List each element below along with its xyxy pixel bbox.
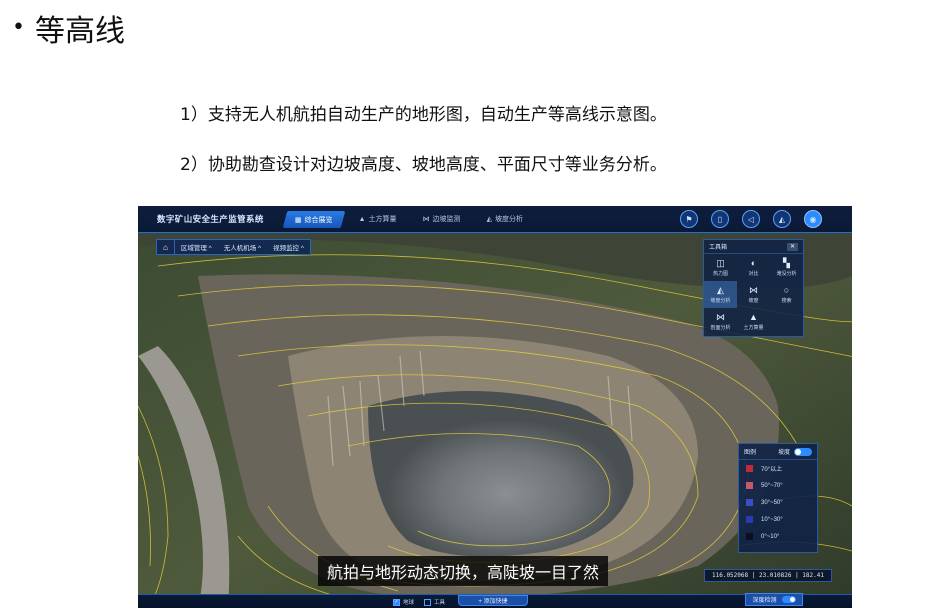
tool-earthwork[interactable]: ▲ 土方算量: [737, 308, 770, 335]
legend-label: 10°~30°: [761, 516, 783, 523]
legend-item: 70°以上: [739, 460, 817, 477]
depth-detection-button[interactable]: 深度检测: [745, 593, 803, 606]
subnav-drone-airport[interactable]: 无人机机场 ^: [218, 240, 267, 254]
depth-toggle[interactable]: [781, 596, 796, 603]
toolbox-title: 工具箱: [709, 245, 728, 251]
legend-toggle-label: 坡度: [777, 450, 790, 456]
tab-label: 综合展览: [304, 216, 333, 223]
tool-flood-analysis[interactable]: ▚ 淹没分析: [770, 254, 803, 281]
toolbox-panel: 工具箱 ✕ ◫ 热力图 ◐ 对比 ▚ 淹没分析 ◭ 坡度分析 ⋈ 坡度 ○ 搜索 ⋈ 剖面分析…: [703, 239, 804, 337]
sub-navigation: ⌂ 区域管理 ^ 无人机机场 ^ 视频监控 ^: [156, 239, 311, 255]
tool-label: 搜索: [781, 298, 792, 304]
description-line-2: 2）协助勘查设计对边坡高度、坡地高度、平面尺寸等业务分析。: [180, 155, 667, 175]
tab-label: 土方算量: [368, 216, 397, 223]
tool-profile-analysis[interactable]: ⋈ 剖面分析: [704, 308, 737, 335]
triangle-icon: ▲: [358, 215, 366, 223]
mountain-icon: ◭: [486, 216, 492, 223]
tab-label: 边坡监测: [432, 216, 461, 223]
grid-icon: ▦: [295, 216, 302, 223]
tool-slope-analysis[interactable]: ◭ 坡度分析: [704, 281, 737, 308]
legend-swatch: [746, 465, 753, 472]
app-title: 数字矿山安全生产监管系统: [157, 214, 264, 224]
layers-icon[interactable]: ◭: [773, 210, 791, 228]
tab-overview[interactable]: ▦ 综合展览: [282, 210, 345, 228]
legend-item: 30°~50°: [739, 494, 817, 511]
book-icon[interactable]: ▯: [711, 210, 729, 228]
legend-item: 10°~30°: [739, 511, 817, 528]
compass-icon[interactable]: ◁: [742, 210, 760, 228]
flood-icon: ▚: [783, 258, 790, 268]
legend-swatch: [746, 533, 753, 540]
tab-slope-monitor[interactable]: ⋈ 边坡监测: [413, 211, 471, 228]
close-icon[interactable]: ✕: [787, 242, 798, 251]
legend-swatch: [746, 516, 753, 523]
top-bar: 数字矿山安全生产监管系统 ▦ 综合展览 ▲ 土方算量 ⋈ 边坡监测 ◭ 坡度分析 ⚑ ▯…: [138, 206, 852, 233]
slope-toggle[interactable]: [794, 447, 812, 456]
legend-item: 50°~70°: [739, 477, 817, 494]
coordinate-readout: 116.052068 | 23.010826 | 182.41: [704, 569, 832, 582]
legend-swatch: [746, 482, 753, 489]
earth-checkbox[interactable]: ✓: [393, 598, 400, 606]
legend-label: 0°~10°: [761, 533, 780, 540]
flag-icon[interactable]: ⚑: [680, 210, 698, 228]
triangle-icon: ▲: [749, 312, 758, 322]
search-icon: ○: [783, 285, 790, 295]
depth-detection-label: 深度检测: [752, 598, 777, 604]
tool-label: 淹没分析: [776, 271, 797, 277]
slope-icon: ⋈: [422, 216, 430, 223]
contrast-icon: ◐: [750, 258, 757, 268]
subnav-area-management[interactable]: 区域管理 ^: [175, 240, 218, 254]
tab-slope-analysis[interactable]: ◭ 坡度分析: [477, 211, 533, 228]
earth-checkbox-label: 地球: [403, 600, 415, 606]
tool-label: 剖面分析: [710, 325, 731, 331]
legend-label: 50°~70°: [761, 482, 783, 489]
tools-checkbox-label: 工具: [434, 600, 446, 606]
tool-label: 坡度: [748, 298, 759, 304]
home-icon[interactable]: ⌂: [157, 240, 175, 254]
tool-label: 对比: [748, 271, 759, 277]
add-shortcut-button[interactable]: + 添加快捷: [458, 595, 528, 606]
mountain-icon: ◭: [717, 285, 724, 295]
subnav-video-monitor[interactable]: 视频监控 ^: [267, 240, 310, 254]
profile-icon: ⋈: [716, 312, 725, 322]
slope-icon: ⋈: [749, 285, 758, 295]
legend-swatch: [746, 499, 753, 506]
tool-compare[interactable]: ◐ 对比: [737, 254, 770, 281]
top-icon-group: ⚑ ▯ ◁ ◭ ◉: [667, 210, 822, 228]
tool-label: 土方算量: [743, 325, 764, 331]
legend-title: 图例: [744, 450, 757, 456]
tools-checkbox[interactable]: [424, 598, 432, 606]
map-icon: ◫: [716, 258, 725, 268]
app-screenshot: 数字矿山安全生产监管系统 ▦ 综合展览 ▲ 土方算量 ⋈ 边坡监测 ◭ 坡度分析 ⚑ ▯…: [138, 206, 852, 608]
tool-slope[interactable]: ⋈ 坡度: [737, 281, 770, 308]
description-line-1: 1）支持无人机航拍自动生产的地形图，自动生产等高线示意图。: [180, 105, 667, 125]
tool-heatmap[interactable]: ◫ 热力图: [704, 254, 737, 281]
tool-label: 坡度分析: [710, 298, 731, 304]
slope-legend: 图例 坡度 70°以上 50°~70° 30°~50° 10°~30° 0°~1…: [738, 443, 818, 553]
legend-item: 0°~10°: [739, 528, 817, 545]
tab-label: 坡度分析: [494, 216, 523, 223]
tab-earthwork[interactable]: ▲ 土方算量: [349, 211, 407, 228]
slide-title-text: 等高线: [34, 14, 125, 49]
tool-label: 热力图: [712, 271, 728, 277]
legend-label: 30°~50°: [761, 499, 783, 506]
legend-label: 70°以上: [761, 467, 783, 473]
tool-search[interactable]: ○ 搜索: [770, 281, 803, 308]
video-subtitle: 航拍与地形动态切换，高陡坡一目了然: [318, 556, 609, 586]
bullet: •: [12, 15, 25, 40]
camera-icon[interactable]: ◉: [804, 210, 822, 228]
slide-title: • 等高线: [12, 6, 125, 50]
